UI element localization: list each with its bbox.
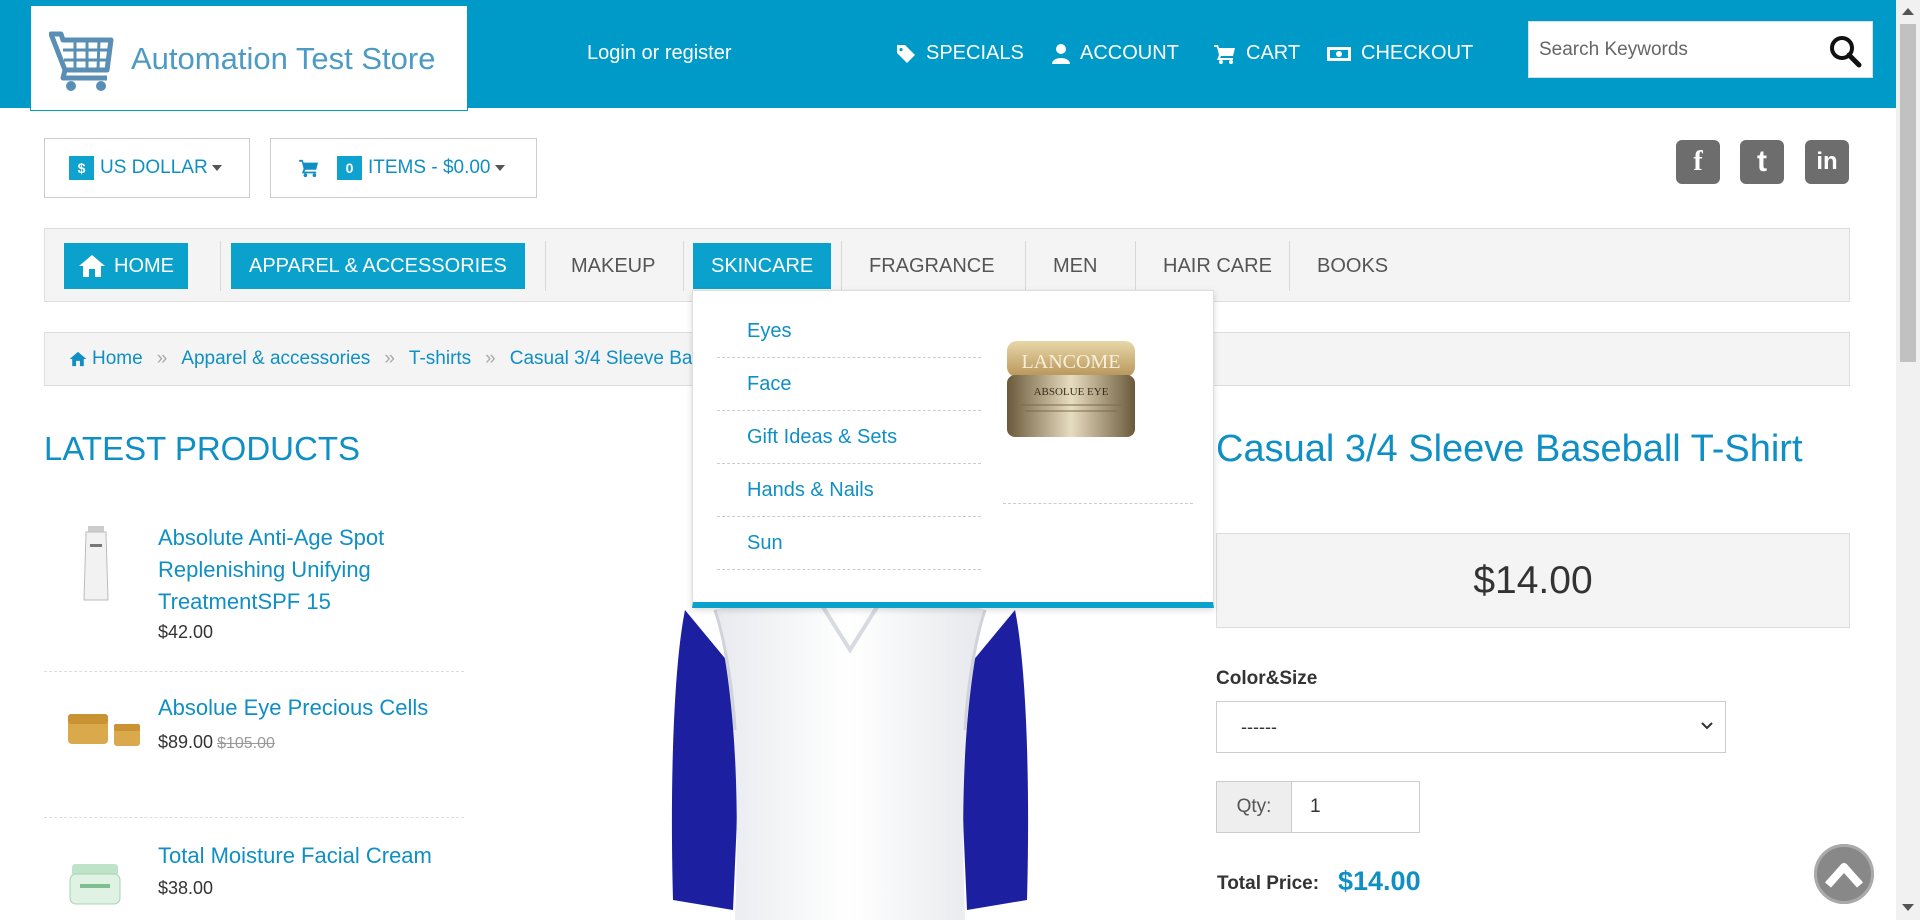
qty-label: Qty: <box>1216 781 1292 833</box>
product-price-box: $14.00 <box>1216 533 1850 628</box>
page: Automation Test Store Login or register … <box>0 0 1920 920</box>
product-name-link[interactable]: Absolute Anti-Age Spot Replenishing Unif… <box>158 522 458 618</box>
cart-label: Cart <box>1246 42 1301 64</box>
color-size-select[interactable]: ------ <box>1216 701 1726 753</box>
user-icon <box>1052 43 1070 64</box>
linkedin-icon[interactable]: in <box>1805 140 1849 184</box>
product-old-price: $105.00 <box>217 735 275 752</box>
product-price: $14.00 <box>1473 558 1593 602</box>
submenu-product-image[interactable]: LANCOME ABSOLUE EYE <box>1001 335 1141 445</box>
checkout-label: Checkout <box>1361 42 1474 64</box>
store-name: Automation Test Store <box>131 41 436 76</box>
checkout-link[interactable]: Checkout <box>1327 42 1473 65</box>
home-icon <box>79 255 105 277</box>
cart-count-badge: 0 <box>337 156 362 180</box>
specials-link[interactable]: Specials <box>896 42 1024 65</box>
page-scrollbar[interactable] <box>1896 0 1920 920</box>
total-price-value: $14.00 <box>1338 866 1421 896</box>
breadcrumb-separator-icon: » <box>485 348 496 369</box>
product-name-link[interactable]: Total Moisture Facial Cream <box>158 840 432 872</box>
submenu-item-eyes[interactable]: Eyes <box>717 305 981 358</box>
currency-label: US DOLLAR <box>100 157 208 178</box>
product-thumbnail[interactable] <box>66 706 142 754</box>
money-icon <box>1327 46 1351 61</box>
account-link[interactable]: Account <box>1052 42 1179 65</box>
search-icon[interactable] <box>1828 34 1862 68</box>
chevron-up-icon <box>1825 863 1863 888</box>
login-register-link[interactable]: Login or register <box>587 42 732 65</box>
nav-home[interactable]: Home <box>64 243 188 289</box>
cart-dropdown[interactable]: 0 ITEMS - $0.00 <box>270 138 537 198</box>
header-bar: Automation Test Store Login or register … <box>0 0 1896 111</box>
search-input[interactable] <box>1539 32 1819 68</box>
shopping-cart-logo-icon <box>49 31 114 91</box>
nav-men[interactable]: Men <box>1035 243 1115 289</box>
list-item: Absolue Eye Precious Cells $89.00 $105.00 <box>44 672 464 818</box>
tag-icon <box>897 44 915 63</box>
store-logo[interactable]: Automation Test Store <box>30 5 468 111</box>
latest-products-heading: Latest Products <box>44 430 360 467</box>
option-label: Color&Size <box>1216 668 1318 689</box>
submenu-item-hands-nails[interactable]: Hands & Nails <box>717 464 981 517</box>
nav-fragrance[interactable]: Fragrance <box>851 243 1013 289</box>
cart-total-label: ITEMS - $0.00 <box>368 157 491 178</box>
product-price: $42.00 <box>158 622 214 642</box>
product-price: $89.00 <box>158 732 214 752</box>
product-thumbnail[interactable] <box>66 858 124 908</box>
breadcrumb-separator-icon: » <box>156 348 168 369</box>
nav-skincare[interactable]: Skincare <box>693 243 832 289</box>
nav-home-label: Home <box>114 254 174 277</box>
list-item: Total Moisture Facial Cream $38.00 <box>44 818 464 920</box>
back-to-top-button[interactable] <box>1814 844 1874 904</box>
submenu-item-sun[interactable]: Sun <box>717 517 981 570</box>
total-price-label: Total Price: <box>1217 873 1320 894</box>
breadcrumb-tshirts[interactable]: T-shirts <box>409 348 471 370</box>
nav-apparel[interactable]: Apparel & accessories <box>231 243 525 289</box>
breadcrumb-apparel[interactable]: Apparel & accessories <box>181 348 370 370</box>
cart-icon <box>299 159 318 177</box>
twitter-icon[interactable]: t <box>1740 140 1784 184</box>
breadcrumb-home[interactable]: Home <box>92 348 143 370</box>
product-price: $38.00 <box>158 878 214 898</box>
search-box <box>1528 21 1873 78</box>
cream-jar-image: LANCOME ABSOLUE EYE <box>1007 341 1135 437</box>
cart-icon <box>1214 44 1235 64</box>
nav-books[interactable]: Books <box>1299 243 1406 289</box>
chevron-down-icon <box>211 165 222 171</box>
submenu-item-gift-ideas[interactable]: Gift Ideas & Sets <box>717 411 981 464</box>
submenu-item-face[interactable]: Face <box>717 358 981 411</box>
quantity-group: Qty: <box>1216 781 1420 833</box>
scroll-up-icon[interactable] <box>1902 8 1914 15</box>
list-item: Absolute Anti-Age Spot Replenishing Unif… <box>44 516 464 672</box>
facebook-icon[interactable]: f <box>1676 140 1720 184</box>
currency-symbol: $ <box>69 156 94 180</box>
skincare-submenu: Eyes Face Gift Ideas & Sets Hands & Nail… <box>692 290 1214 608</box>
chevron-down-icon <box>494 165 505 171</box>
nav-makeup[interactable]: Makeup <box>553 243 673 289</box>
currency-dropdown[interactable]: $ US DOLLAR <box>44 138 250 198</box>
quantity-field[interactable] <box>1292 781 1420 833</box>
jar-brand-text: LANCOME <box>1022 351 1121 373</box>
product-thumbnail[interactable] <box>66 524 126 604</box>
breadcrumb-separator-icon: » <box>384 348 395 369</box>
scroll-down-icon[interactable] <box>1902 904 1914 911</box>
product-name-link[interactable]: Absolue Eye Precious Cells <box>158 692 458 724</box>
product-price-group: $89.00 $105.00 <box>158 732 275 753</box>
cart-link[interactable]: Cart <box>1214 42 1300 65</box>
account-label: Account <box>1080 42 1179 64</box>
product-title: Casual 3/4 Sleeve Baseball T-Shirt <box>1216 428 1803 470</box>
scroll-thumb[interactable] <box>1900 24 1916 362</box>
jar-product-text: ABSOLUE EYE <box>1034 386 1109 398</box>
nav-hair-care[interactable]: Hair Care <box>1145 243 1290 289</box>
specials-label: Specials <box>926 42 1024 64</box>
home-icon <box>69 351 87 367</box>
